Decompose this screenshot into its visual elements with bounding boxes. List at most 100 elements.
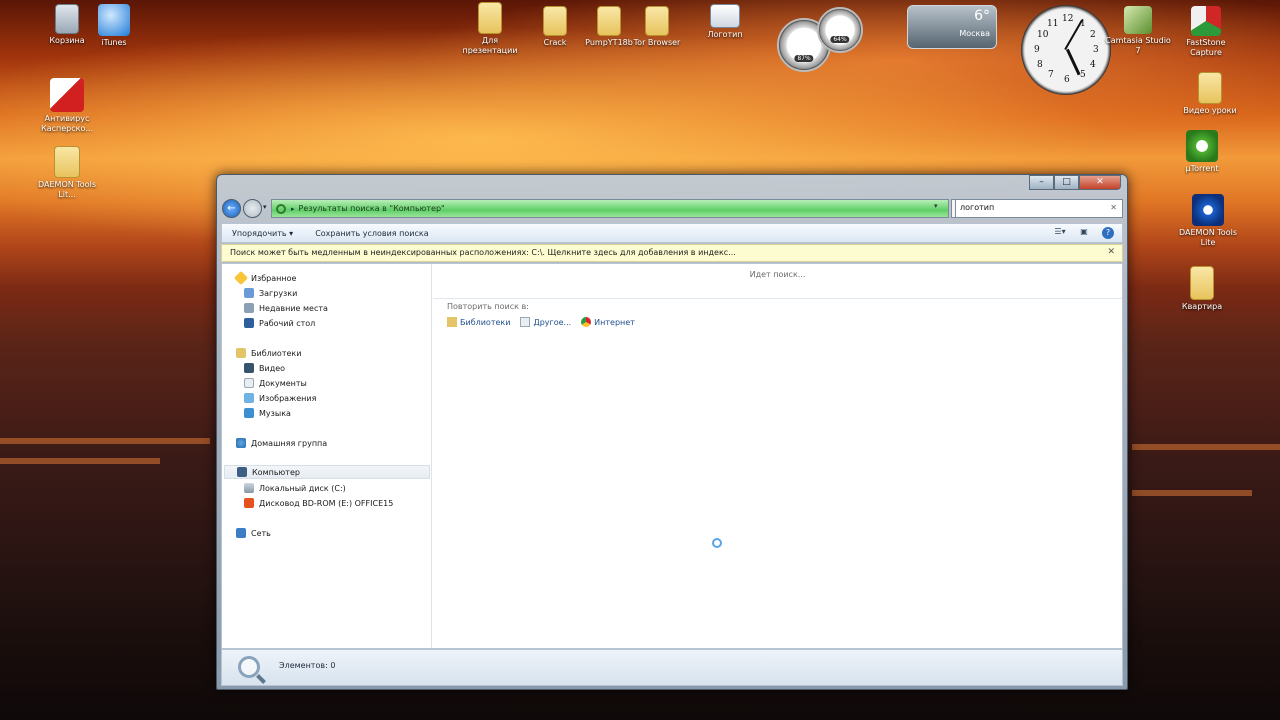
busy-cursor-icon (707, 538, 722, 558)
images-icon (244, 393, 254, 403)
view-options-icon[interactable]: ☰▾ (1054, 227, 1066, 239)
nav-item-computer[interactable]: Компьютер (224, 465, 430, 479)
clock-numeral: 12 (1062, 14, 1074, 24)
caption-buttons: – □ ✕ (1029, 175, 1121, 190)
address-path: Результаты поиска в "Компьютер" (298, 204, 445, 213)
ram-gauge-readout: 64% (830, 36, 850, 43)
nav-item-homegroup[interactable]: Домашняя группа (236, 436, 327, 450)
documents-icon (244, 378, 254, 388)
nav-item-downloads[interactable]: Загрузки (244, 286, 297, 300)
clock-numeral: 8 (1037, 60, 1043, 70)
minimize-button[interactable]: – (1029, 175, 1054, 190)
explorer-content: Избранное Загрузки Недавние места Рабочи… (221, 263, 1123, 649)
network-icon (236, 528, 246, 538)
clock-gadget[interactable]: 12 3 6 9 1 2 4 5 7 8 10 11 (1021, 5, 1111, 95)
nav-item-bd-rom[interactable]: Дисковод BD-ROM (E:) OFFICE15 (244, 496, 393, 510)
nav-item-music[interactable]: Музыка (244, 406, 291, 420)
forward-button[interactable] (243, 199, 262, 218)
save-search-button[interactable]: Сохранить условия поиска (315, 229, 428, 238)
navigation-pane: Избранное Загрузки Недавние места Рабочи… (222, 264, 432, 648)
clock-numeral: 6 (1064, 75, 1070, 85)
computer-icon (237, 467, 247, 477)
address-dropdown-icon[interactable]: ▾ (934, 202, 946, 210)
magnifier-icon (238, 656, 260, 678)
utorrent-icon (1186, 130, 1218, 162)
music-icon (244, 408, 254, 418)
nav-item-recent[interactable]: Недавние места (244, 301, 328, 315)
desktop-icon-utorrent[interactable]: µTorrent (1167, 130, 1237, 174)
desktop-icon-daemon-tools[interactable]: DAEMON Tools Lit... (32, 146, 102, 200)
desktop-icon-label: Квартира (1181, 302, 1223, 311)
star-icon (233, 270, 249, 286)
desktop-icon-folder-tor[interactable]: Tor Browser (622, 6, 692, 48)
desktop-icon-label: Антивирус Касперско... (41, 114, 93, 133)
desktop-icon-folder-video-lessons[interactable]: Видео уроки (1175, 72, 1245, 116)
nav-item-label: Изображения (259, 393, 317, 403)
desktop-icon-faststone[interactable]: FastStone Capture (1171, 6, 1241, 58)
nav-item-favorites[interactable]: Избранное (233, 270, 296, 286)
nav-item-label: Домашняя группа (251, 438, 328, 448)
folder-icon (543, 6, 567, 36)
weather-temperature: 6° (974, 8, 990, 24)
help-icon[interactable]: ? (1102, 227, 1114, 239)
nav-item-label: Недавние места (259, 303, 328, 313)
organize-button[interactable]: Упорядочить ▾ (232, 229, 293, 238)
sea-reflection (0, 438, 210, 444)
desktop-icon-label: Tor Browser (633, 38, 681, 47)
kaspersky-icon (50, 78, 84, 112)
desktop-icon-camtasia[interactable]: Camtasia Studio 7 (1103, 6, 1173, 56)
daemon-tools-icon (54, 146, 80, 178)
desktop-icon-itunes[interactable]: iTunes (79, 4, 149, 48)
nav-item-documents[interactable]: Документы (244, 376, 307, 390)
recycle-bin-icon (55, 4, 79, 34)
folder-icon (597, 6, 621, 36)
nav-item-label: Рабочий стол (259, 318, 316, 328)
desktop-icon-label: FastStone Capture (1186, 38, 1226, 57)
desktop-icon-logo-file[interactable]: Логотип (690, 4, 760, 40)
nav-item-desktop[interactable]: Рабочий стол (244, 316, 315, 330)
folder-icon (478, 2, 502, 34)
maximize-button[interactable]: □ (1054, 175, 1079, 190)
repeat-search-other-link[interactable]: Другое... (520, 317, 571, 327)
folder-icon (645, 6, 669, 36)
nav-item-network[interactable]: Сеть (236, 526, 271, 540)
nav-item-video[interactable]: Видео (244, 361, 285, 375)
address-bar[interactable]: ▸ Результаты поиска в "Компьютер" ▾ (271, 199, 949, 218)
preview-pane-icon[interactable]: ▣ (1078, 227, 1090, 239)
nav-item-label: Компьютер (252, 467, 300, 477)
nav-item-local-disk[interactable]: Локальный диск (C:) (244, 481, 346, 495)
close-info-bar-icon[interactable]: ✕ (1107, 247, 1115, 257)
desktop-icon-kaspersky[interactable]: Антивирус Касперско... (32, 78, 102, 134)
details-pane: Элементов: 0 (221, 649, 1123, 686)
search-input[interactable]: логотип ✕ (955, 199, 1123, 218)
nav-item-label: Локальный диск (C:) (259, 483, 346, 493)
desktop-icon-folder-apartment[interactable]: Квартира (1167, 266, 1237, 312)
weather-gadget[interactable]: 6° Москва (907, 5, 997, 49)
history-dropdown-icon[interactable]: ▾ (263, 203, 267, 211)
clock-hour-hand (1066, 48, 1081, 76)
ram-gauge-gadget[interactable]: 64% (817, 7, 863, 53)
clock-numeral: 3 (1093, 45, 1099, 55)
repeat-search-internet-link[interactable]: Интернет (581, 317, 635, 327)
index-info-bar[interactable]: Поиск может быть медленным в неиндексиро… (221, 244, 1123, 262)
clear-search-icon[interactable]: ✕ (1110, 203, 1117, 212)
close-button[interactable]: ✕ (1079, 175, 1121, 190)
breadcrumb-arrow-icon[interactable]: ▸ (291, 205, 295, 213)
busy-ring (712, 538, 722, 548)
back-button[interactable]: ← (222, 199, 241, 218)
nav-item-images[interactable]: Изображения (244, 391, 316, 405)
desktop-icon-folder-presentation[interactable]: Для презентации (455, 2, 525, 56)
explorer-window[interactable]: – □ ✕ ← ▾ ▸ Результаты поиска в "Компьют… (216, 174, 1128, 690)
clock-numeral: 2 (1090, 30, 1096, 40)
nav-item-label: Документы (259, 378, 307, 388)
link-label: Другое... (533, 317, 572, 327)
nav-item-libraries[interactable]: Библиотеки (236, 346, 301, 360)
sea-reflection (1132, 444, 1280, 450)
info-bar-text: Поиск может быть медленным в неиндексиро… (230, 248, 736, 257)
repeat-search-libraries-link[interactable]: Библиотеки (447, 317, 510, 327)
weather-city: Москва (959, 29, 990, 38)
desktop-icon-daemon-tools-lite[interactable]: DAEMON Tools Lite (1173, 194, 1243, 248)
nav-item-label: Музыка (259, 408, 291, 418)
repeat-search-label: Повторить поиск в: (447, 302, 529, 311)
libraries-icon (236, 348, 246, 358)
